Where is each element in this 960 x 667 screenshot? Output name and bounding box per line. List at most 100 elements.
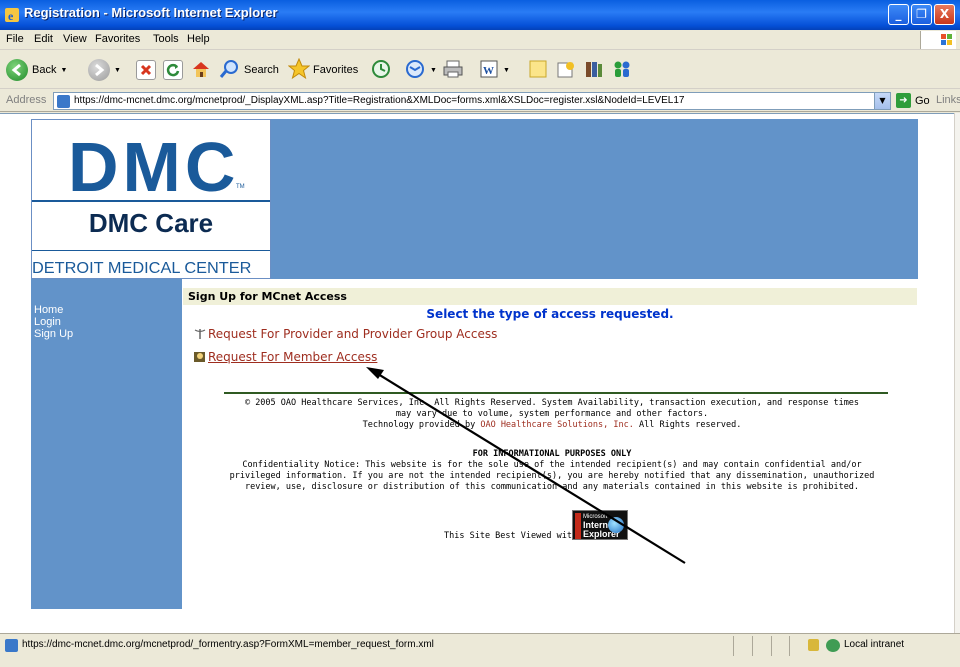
go-label: Go	[915, 94, 930, 107]
address-input[interactable]: https://dmc-mcnet.dmc.org/mcnetprod/_Dis…	[53, 92, 891, 110]
word-icon: W	[479, 59, 499, 82]
caduceus-icon	[194, 328, 206, 340]
back-arrow-icon	[6, 59, 28, 81]
footer-divider	[224, 392, 888, 394]
close-button[interactable]: X	[934, 4, 955, 25]
people-button[interactable]	[611, 57, 633, 83]
research-icon	[555, 58, 577, 83]
word-button[interactable]: W ▼	[479, 57, 510, 83]
mail-icon	[404, 58, 426, 83]
menu-help[interactable]: Help	[187, 33, 210, 45]
main-panel: Sign Up for MCnet Access Select the type…	[182, 279, 918, 609]
mail-button[interactable]: ▼	[404, 57, 437, 83]
access-prompt: Select the type of access requested.	[426, 307, 674, 321]
stop-button[interactable]	[136, 57, 156, 83]
refresh-icon	[163, 60, 183, 80]
title-bar: e Registration - Microsoft Internet Expl…	[0, 0, 960, 30]
word-dropdown-icon[interactable]: ▼	[503, 67, 510, 74]
status-pane-divider	[752, 636, 753, 656]
refresh-button[interactable]	[163, 57, 183, 83]
info-title-text: FOR INFORMATIONAL PURPOSES ONLY	[472, 449, 632, 459]
confidentiality-line-1: Confidentiality Notice: This website is …	[242, 460, 862, 470]
page-icon	[57, 95, 70, 108]
vertical-scrollbar[interactable]	[954, 113, 960, 633]
confidentiality-line-3: review, use, disclosure or distribution …	[244, 482, 860, 492]
toolbar: Back ▼ ▼ Search Favorites ▼ W ▼	[0, 51, 960, 89]
status-url: https://dmc-mcnet.dmc.org/mcnetprod/_for…	[22, 639, 434, 650]
favorites-button[interactable]: Favorites	[287, 57, 359, 83]
mail-dropdown-icon[interactable]: ▼	[430, 67, 437, 74]
menu-favorites[interactable]: Favorites	[95, 33, 140, 45]
search-icon	[219, 58, 241, 83]
browser-window: e Registration - Microsoft Internet Expl…	[0, 0, 960, 667]
sidebar-item-home[interactable]: Home	[34, 304, 63, 316]
tech-prefix: Technology provided by	[362, 420, 481, 430]
research-button[interactable]	[555, 57, 577, 83]
lock-icon	[808, 639, 819, 651]
logo-divider-2	[32, 250, 270, 251]
badge-stripe	[575, 513, 581, 539]
go-arrow-icon: ➜	[896, 93, 911, 108]
home-button[interactable]	[190, 57, 212, 83]
windows-logo-icon	[920, 31, 956, 49]
messenger-button[interactable]	[583, 57, 605, 83]
tech-suffix: All Rights reserved.	[633, 420, 742, 430]
discuss-button[interactable]	[527, 57, 549, 83]
history-button[interactable]	[370, 57, 392, 83]
oao-solutions-link[interactable]: OAO Healthcare Solutions, Inc.	[480, 420, 634, 430]
logo-brand: DMC	[68, 128, 240, 206]
status-pane-divider	[733, 636, 734, 656]
favorites-label: Favorites	[313, 64, 359, 76]
links-toolbar[interactable]: Links	[936, 94, 960, 106]
menu-file[interactable]: File	[6, 33, 24, 45]
back-dropdown-icon[interactable]: ▼	[60, 67, 67, 74]
best-viewed-text: This Site Best Viewed with:	[444, 531, 583, 541]
section-title: Sign Up for MCnet Access	[188, 290, 347, 303]
stop-icon	[136, 60, 156, 80]
search-label: Search	[244, 64, 279, 76]
people-icon	[611, 58, 633, 83]
intranet-zone-icon	[826, 639, 840, 652]
dmc-logo: DMC TM DMC Care DETROIT MEDICAL CENTER	[31, 119, 271, 279]
forward-dropdown-icon[interactable]: ▼	[114, 67, 121, 74]
forward-button[interactable]: ▼	[88, 57, 121, 83]
search-button[interactable]: Search	[219, 57, 279, 83]
member-access-link[interactable]: Request For Member Access	[208, 350, 377, 364]
sidebar-item-login[interactable]: Login	[34, 316, 61, 328]
globe-icon	[608, 517, 624, 533]
ie-badge[interactable]: Microsoft Internet Explorer	[572, 510, 628, 540]
window-title: Registration - Microsoft Internet Explor…	[24, 5, 278, 20]
go-button[interactable]: ➜ Go	[896, 93, 930, 108]
ie-app-icon: e	[5, 8, 19, 23]
back-button[interactable]: Back ▼	[6, 57, 67, 83]
minimize-button[interactable]: _	[888, 4, 909, 25]
maximize-button[interactable]: ❐	[911, 4, 932, 25]
history-icon	[370, 58, 392, 83]
status-page-icon	[5, 639, 18, 652]
star-icon	[287, 57, 311, 83]
address-url[interactable]: https://dmc-mcnet.dmc.org/mcnetprod/_Dis…	[74, 95, 684, 106]
status-pane-divider	[771, 636, 772, 656]
home-icon	[190, 58, 212, 83]
menu-edit[interactable]: Edit	[34, 33, 53, 45]
technology-line: Technology provided by OAO Healthcare So…	[202, 420, 902, 431]
provider-access-link[interactable]: Request For Provider and Provider Group …	[208, 327, 497, 341]
page-content: DMC TM DMC Care DETROIT MEDICAL CENTER H…	[0, 113, 954, 633]
menu-tools[interactable]: Tools	[153, 33, 179, 45]
header-banner	[271, 119, 918, 279]
member-icon	[194, 351, 206, 363]
print-button[interactable]	[442, 57, 464, 83]
menu-bar: File Edit View Favorites Tools Help	[0, 30, 960, 50]
copyright-line-2: may vary due to volume, system performan…	[395, 409, 709, 419]
forward-arrow-icon	[88, 59, 110, 81]
info-title: FOR INFORMATIONAL PURPOSES ONLY	[202, 449, 902, 460]
status-pane-divider	[789, 636, 790, 656]
menu-view[interactable]: View	[63, 33, 87, 45]
confidentiality-line-2: privileged information. If you are not t…	[229, 471, 875, 481]
security-zone: Local intranet	[844, 639, 905, 650]
address-dropdown-icon[interactable]: ▼	[874, 93, 890, 109]
svg-text:e: e	[8, 9, 14, 23]
sidebar-item-sign-up[interactable]: Sign Up	[34, 328, 73, 340]
provider-access-row: Request For Provider and Provider Group …	[194, 327, 497, 341]
note-icon	[527, 58, 549, 83]
